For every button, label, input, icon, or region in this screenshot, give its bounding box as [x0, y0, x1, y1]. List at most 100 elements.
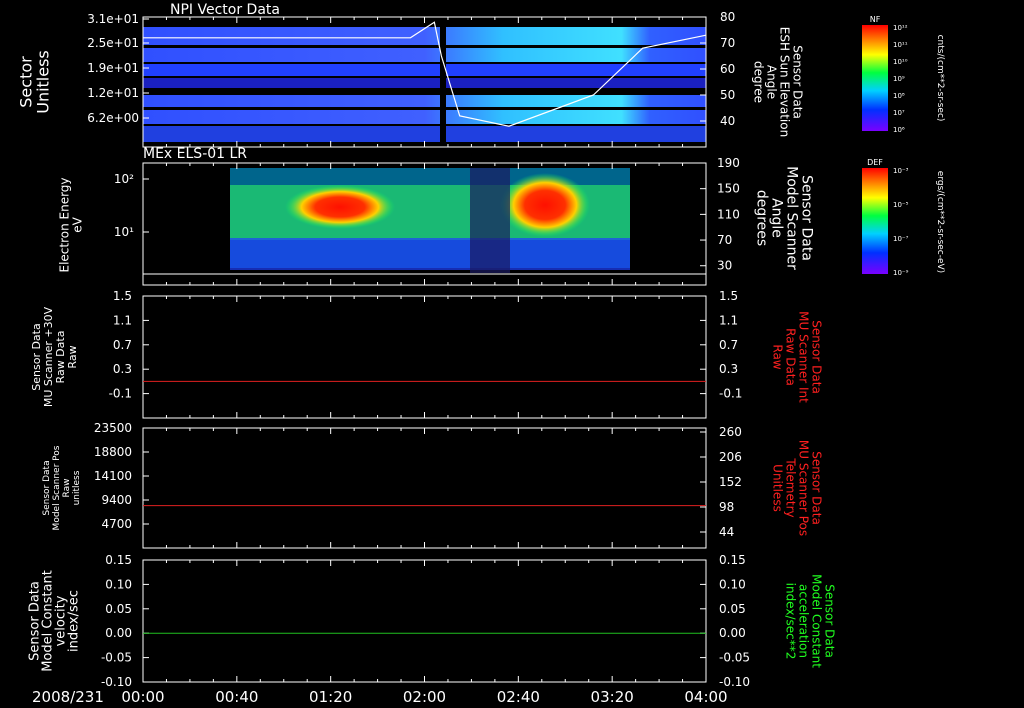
npi-y2-tick-label: 70: [720, 36, 735, 50]
colorbar-tick-label: 10⁻⁹: [893, 269, 909, 277]
time-axis-labels: 00:00 00:40 01:20 02:00 02:40 03:20 04:00: [121, 688, 727, 706]
y-label: Sensor DataModel Scanner PosRawunitless: [42, 445, 82, 530]
y2-label: Sensor DataModel Constantaccelerationind…: [784, 574, 837, 668]
def-colorbar-title: DEF: [867, 158, 883, 167]
time-tick-label: 01:20: [309, 688, 352, 706]
axis-label-line: degree: [752, 61, 766, 103]
axis-label-line: Raw Data: [784, 328, 798, 386]
panel-frame: [142, 427, 707, 549]
y2-tick-label: 1.1: [719, 313, 738, 327]
axis-label-line: Sensor Data: [823, 584, 837, 658]
y2-label: Sensor DataMU Scanner IntRaw DataRaw: [771, 311, 824, 403]
axis-label-line: Model Scanner Pos: [52, 445, 62, 530]
time-tick-label: 00:00: [121, 688, 164, 706]
npi-band-7: [143, 126, 706, 142]
axis-label-line: acceleration: [797, 584, 811, 658]
axis-label-line: MU Scanner Int: [797, 311, 811, 403]
els-y-tick-label: 10¹: [114, 225, 134, 239]
axis-label-line: unitless: [72, 470, 82, 505]
axis-label-line: Raw: [62, 479, 72, 498]
y-tick-label: 14100: [94, 469, 132, 483]
axis-label-line: Sensor Data: [791, 45, 805, 119]
y2-tick-label: -0.10: [719, 675, 750, 689]
nf-colorbar-title: NF: [870, 15, 881, 24]
nf-colorbar-unit: cnts/(cm**2-sr-sec): [935, 35, 945, 122]
els-y2-tick-label: 70: [717, 233, 732, 247]
axis-label-line: Telemetry: [784, 457, 798, 517]
colorbar-tick-label: 10⁻³: [893, 167, 909, 175]
els-region-low: [230, 238, 630, 270]
figure-canvas: NPI Vector Data 3.1e+01 2.5e+01 1.9e+01 1.2…: [17, 2, 946, 706]
npi-y-tick-label: 1.2e+01: [87, 86, 139, 100]
colorbar-tick-label: 10¹²: [893, 24, 908, 32]
def-colorbar-ticks: 10⁻³ 10⁻⁵ 10⁻⁷ 10⁻⁹: [893, 167, 909, 277]
def-colorbar-unit: ergs/(cm**2-sr-sec-eV): [935, 171, 945, 273]
npi-band-1: [143, 27, 706, 45]
time-tick-label: 03:20: [591, 688, 634, 706]
els-panel: MEx ELS-01 LR 10² 10¹ 190 150 110 70 30 Elect…: [58, 146, 815, 286]
y-tick-label: -0.05: [101, 651, 132, 665]
y2-tick-label: 0.15: [719, 553, 746, 567]
els-y2-tick-label: 190: [717, 156, 740, 170]
y2-tick-label: -0.05: [719, 651, 750, 665]
npi-y-tick-label: 2.5e+01: [87, 36, 139, 50]
y-tick-label: 1.5: [113, 289, 132, 303]
y-tick-label: 0.3: [113, 362, 132, 376]
axis-label-line: ESH Sun Elevation: [778, 27, 792, 137]
els-hot-region-1: [285, 185, 395, 229]
colorbar-tick-label: 10⁷: [893, 109, 905, 117]
colorbar-tick-label: 10¹¹: [893, 41, 908, 49]
y2-tick-label: 260: [719, 425, 742, 439]
y-tick-label: 1.1: [113, 313, 132, 327]
npi-y2-tick-label: 50: [720, 88, 735, 102]
els-heatmap: [143, 163, 706, 285]
line-panel-4: 23500 18800 14100 9400 4700 260 206 152 98 44 Sens…: [42, 421, 824, 549]
y2-tick-label: 206: [719, 450, 742, 464]
line-panels: 1.5 1.1 0.7 0.3 -0.1 1.5 1.1 0.7 0.3 -0.1 Sensor D…: [28, 289, 837, 689]
y-tick-label: 18800: [94, 445, 132, 459]
axis-label-line: Sensor Data: [810, 320, 824, 394]
y2-tick-label: 0.05: [719, 602, 746, 616]
npi-y-label: SectorUnitless: [17, 50, 53, 114]
time-tick-label: 04:00: [684, 688, 727, 706]
npi-heatmap: [143, 17, 706, 147]
colorbar-tick-label: 10⁶: [893, 126, 905, 134]
time-tick-label: 02:40: [497, 688, 540, 706]
y2-tick-label: 152: [719, 475, 742, 489]
y-tick-label: 0.15: [105, 553, 132, 567]
npi-y2-tick-label: 40: [720, 114, 735, 128]
npi-band-3: [143, 64, 706, 76]
els-y2-tick-label: 30: [717, 259, 732, 273]
y-tick-label: 0.00: [105, 626, 132, 640]
y2-tick-label: -0.1: [719, 387, 742, 401]
y-tick-label: 23500: [94, 421, 132, 435]
y-tick-label: -0.10: [101, 675, 132, 689]
def-colorbar: DEF 10⁻³ 10⁻⁵ 10⁻⁷ 10⁻⁹ ergs/(cm**2-sr-sec-…: [862, 158, 945, 277]
line-panel-3: 1.5 1.1 0.7 0.3 -0.1 1.5 1.1 0.7 0.3 -0.1 Sensor D…: [30, 289, 824, 419]
npi-band-6: [143, 110, 706, 124]
y-tick-label: 0.05: [105, 602, 132, 616]
date-label: 2008/231: [32, 688, 104, 706]
npi-gap: [440, 17, 446, 147]
axis-label-line: Angle: [765, 65, 779, 99]
time-tick-label: 02:00: [403, 688, 446, 706]
axis-label-line: Sensor Data: [42, 460, 52, 515]
panel-frame: [142, 295, 707, 419]
axis-label-line: degrees: [754, 190, 770, 246]
els-y2-tick-label: 110: [717, 207, 740, 221]
npi-y-tick-label: 3.1e+01: [87, 12, 139, 26]
axis-label-line: Unitless: [771, 464, 785, 512]
y2-tick-label: 0.10: [719, 577, 746, 591]
npi-y2-tick-label: 60: [720, 62, 735, 76]
axis-label-line: Angle: [769, 198, 785, 238]
nf-colorbar: NF 10¹² 10¹¹ 10¹⁰ 10⁹ 10⁸ 10⁷ 10⁶ cnts/(cm**2-…: [862, 15, 945, 134]
npi-band-4: [143, 78, 706, 88]
colorbar-tick-label: 10⁹: [893, 75, 905, 83]
y2-tick-label: 1.5: [719, 289, 738, 303]
axis-label-line: MU Scanner Pos: [797, 440, 811, 536]
els-y2-label: Sensor DataModel ScannerAngledegrees: [754, 166, 815, 270]
axis-label-line: Unitless: [34, 50, 53, 114]
axis-label-line: Raw: [771, 344, 785, 369]
axis-label-line: Sensor Data: [799, 175, 815, 261]
y2-tick-label: 0.7: [719, 338, 738, 352]
